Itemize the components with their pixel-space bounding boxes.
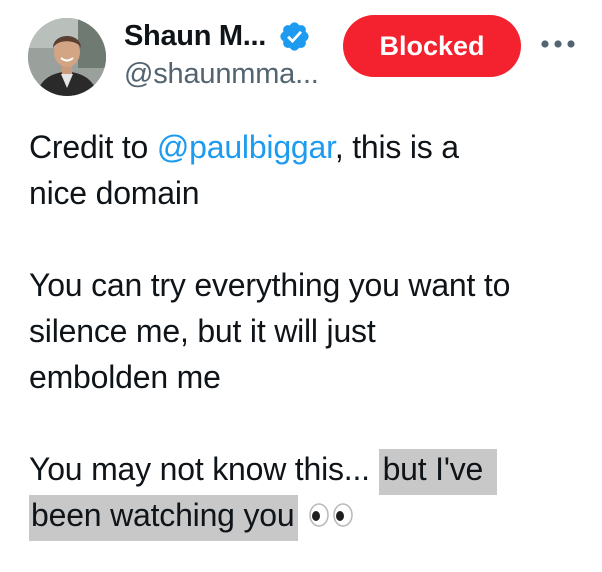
tweet-text-segment: nice domain: [29, 175, 200, 211]
verified-badge-icon: [280, 21, 309, 51]
tweet-text-segment: You may not know this...: [29, 451, 379, 487]
tweet-paragraph-3: You may not know this... but I've been w…: [29, 446, 589, 541]
tweet-text-segment: embolden me: [29, 359, 221, 395]
author-handle[interactable]: @shaunmma...: [124, 58, 319, 91]
tweet-text-segment: silence me, but it will just: [29, 313, 376, 349]
tweet-card: Shaun M... @shaunmma... Blocked Credit t…: [0, 0, 602, 572]
blocked-button[interactable]: Blocked: [343, 15, 521, 77]
tweet-text-segment: You can try everything you want to: [29, 267, 511, 303]
more-options-button[interactable]: [538, 32, 578, 56]
tweet-paragraph-2: You can try everything you want to silen…: [29, 262, 589, 400]
eyes-emoji-icon: [309, 502, 354, 527]
tweet-text-segment: Credit to: [29, 129, 157, 165]
mention-link[interactable]: @paulbiggar: [157, 129, 335, 165]
tweet-text: Credit to @paulbiggar, this is a nice do…: [29, 124, 589, 541]
author-name-row: Shaun M...: [124, 16, 311, 56]
tweet-text-segment: , this is a: [334, 129, 459, 165]
highlighted-text: but I've: [378, 449, 498, 495]
more-horizontal-icon: [541, 40, 575, 48]
avatar[interactable]: [28, 18, 106, 96]
highlighted-text: been watching you: [29, 495, 299, 541]
author-display-name[interactable]: Shaun M...: [124, 20, 266, 53]
tweet-paragraph-1: Credit to @paulbiggar, this is a nice do…: [29, 124, 589, 216]
profile-photo-icon: [28, 18, 106, 96]
